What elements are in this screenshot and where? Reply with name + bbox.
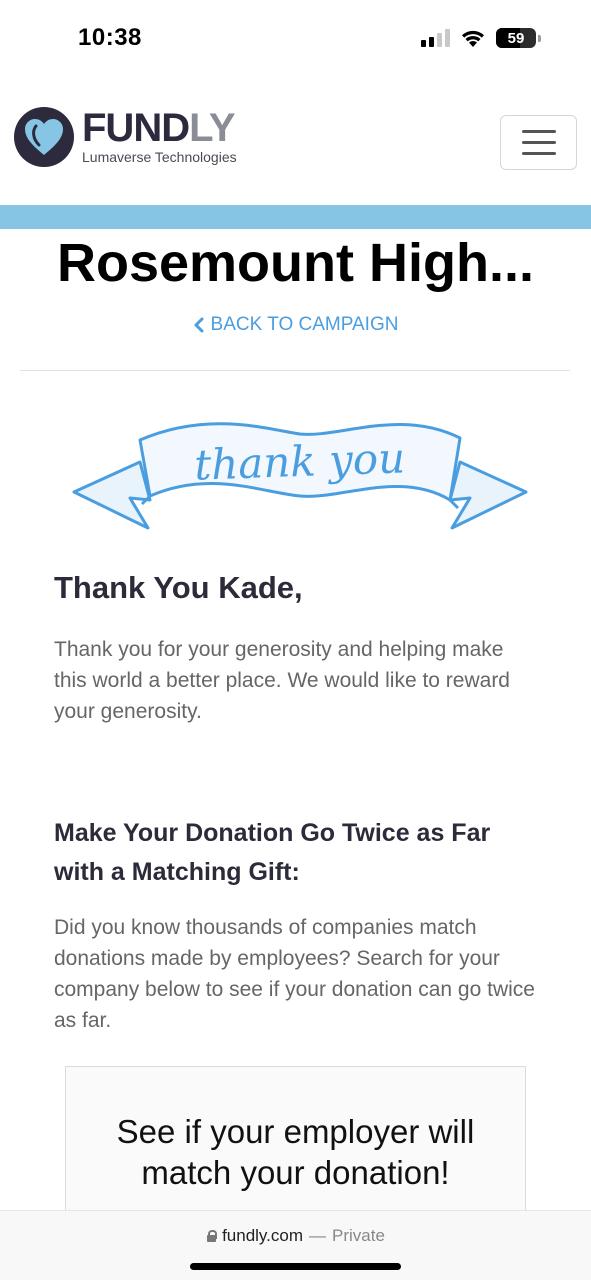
url-separator: — [309, 1226, 327, 1245]
logo-wordmark: FUNDLY [82, 107, 237, 149]
status-icons: 59 [421, 28, 541, 48]
status-bar: 10:38 59 [0, 0, 591, 80]
home-indicator[interactable] [190, 1263, 401, 1270]
chevron-left-icon [194, 317, 204, 333]
matching-gift-heading: Make Your Donation Go Twice as Far with … [54, 819, 491, 886]
heart-logo-icon [14, 107, 74, 167]
hamburger-line [521, 152, 556, 155]
logo-subtitle: Lumaverse Technologies [82, 149, 237, 165]
back-to-campaign-label: BACK TO CAMPAIGN [210, 314, 399, 335]
battery-icon: 59 [496, 28, 536, 48]
thanks-body: Thank you for your generosity and helpin… [54, 638, 510, 723]
cellular-signal-icon [421, 29, 450, 47]
thank-you-banner-text: thank you [193, 433, 405, 489]
thank-you-banner: thank you [72, 422, 528, 530]
divider [20, 370, 570, 371]
browsing-mode: Private [332, 1226, 385, 1245]
employer-match-widget-text: See if your employer will match your don… [116, 1113, 475, 1191]
menu-button[interactable] [500, 115, 577, 170]
battery-tip [538, 34, 541, 42]
back-to-campaign-link[interactable]: BACK TO CAMPAIGN [0, 314, 591, 336]
wifi-icon [460, 29, 486, 48]
fundly-logo[interactable]: FUNDLY Lumaverse Technologies [14, 107, 237, 167]
browser-address-bar[interactable]: fundly.com — Private [0, 1210, 591, 1280]
site-header: FUNDLY Lumaverse Technologies [0, 95, 591, 203]
hamburger-icon [521, 130, 556, 133]
hamburger-line [521, 141, 556, 144]
campaign-title: Rosemount High... [57, 233, 534, 293]
battery-level: 59 [507, 29, 525, 47]
lock-icon [206, 1230, 218, 1242]
thanks-heading: Thank You Kade, [54, 570, 303, 605]
matching-gift-body: Did you know thousands of companies matc… [54, 916, 535, 1032]
logo-word-accent: LY [189, 106, 235, 150]
accent-bar [0, 205, 591, 229]
logo-word-main: FUND [82, 106, 190, 150]
status-time: 10:38 [78, 24, 142, 51]
url-domain: fundly.com [222, 1226, 304, 1245]
url-display[interactable]: fundly.com — Private [0, 1226, 591, 1246]
